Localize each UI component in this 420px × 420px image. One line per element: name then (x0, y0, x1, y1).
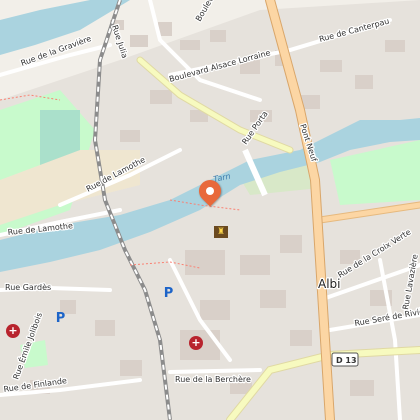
museum-icon[interactable]: ♜ (214, 226, 228, 238)
hospital-icon[interactable]: + (189, 336, 203, 350)
map-view[interactable]: Rue de la Gravière Rue Julia Boulevard d… (0, 0, 420, 420)
map-pin-center (204, 185, 216, 197)
map-pin-icon (194, 175, 226, 207)
location-marker[interactable] (194, 175, 226, 207)
road-shield-label: D 13 (336, 356, 357, 365)
city-label-albi: Albi (318, 277, 341, 291)
map-canvas: Rue de la Gravière Rue Julia Boulevard d… (0, 0, 420, 420)
parking-icon[interactable]: P (54, 311, 67, 326)
parking-icon[interactable]: P (162, 286, 175, 301)
street-label-rue-de-la-berchere: Rue de la Berchère (175, 374, 251, 384)
hospital-icon[interactable]: + (6, 324, 20, 338)
street-label-rue-gardes: Rue Gardès (5, 282, 51, 292)
